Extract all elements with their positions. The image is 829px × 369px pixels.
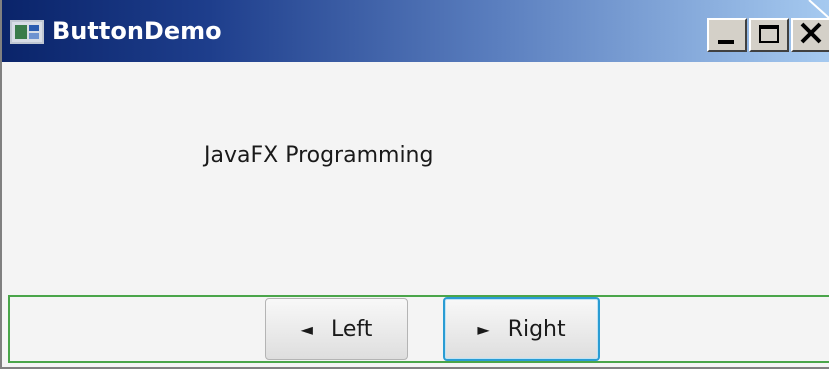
close-icon bbox=[800, 22, 822, 44]
message-text: JavaFX Programming bbox=[204, 143, 434, 168]
app-window-icon[interactable] bbox=[10, 20, 44, 44]
maximize-icon bbox=[759, 25, 779, 43]
right-button-label: Right bbox=[507, 316, 566, 342]
resize-corner-icon bbox=[808, 0, 829, 18]
left-button-label: Left bbox=[330, 316, 373, 342]
window-title: ButtonDemo bbox=[52, 17, 222, 45]
window-controls bbox=[705, 18, 829, 52]
app-window: ButtonDemo JavaFX Programming ◄ Left ► R… bbox=[0, 0, 829, 369]
close-button[interactable] bbox=[791, 18, 829, 52]
triangle-right-icon: ► bbox=[477, 319, 490, 339]
icon-pane-lightblue bbox=[29, 33, 39, 39]
triangle-left-icon: ◄ bbox=[300, 319, 313, 339]
right-button[interactable]: ► Right bbox=[443, 297, 600, 361]
maximize-button[interactable] bbox=[749, 18, 789, 52]
content-pane: JavaFX Programming ◄ Left ► Right bbox=[2, 62, 829, 367]
left-button[interactable]: ◄ Left bbox=[265, 298, 408, 360]
minimize-icon bbox=[718, 40, 734, 44]
minimize-button[interactable] bbox=[707, 18, 747, 52]
button-bar: ◄ Left ► Right bbox=[8, 295, 829, 363]
icon-pane-green bbox=[15, 25, 27, 39]
title-bar[interactable]: ButtonDemo bbox=[2, 0, 829, 62]
icon-pane-blue bbox=[29, 25, 39, 31]
